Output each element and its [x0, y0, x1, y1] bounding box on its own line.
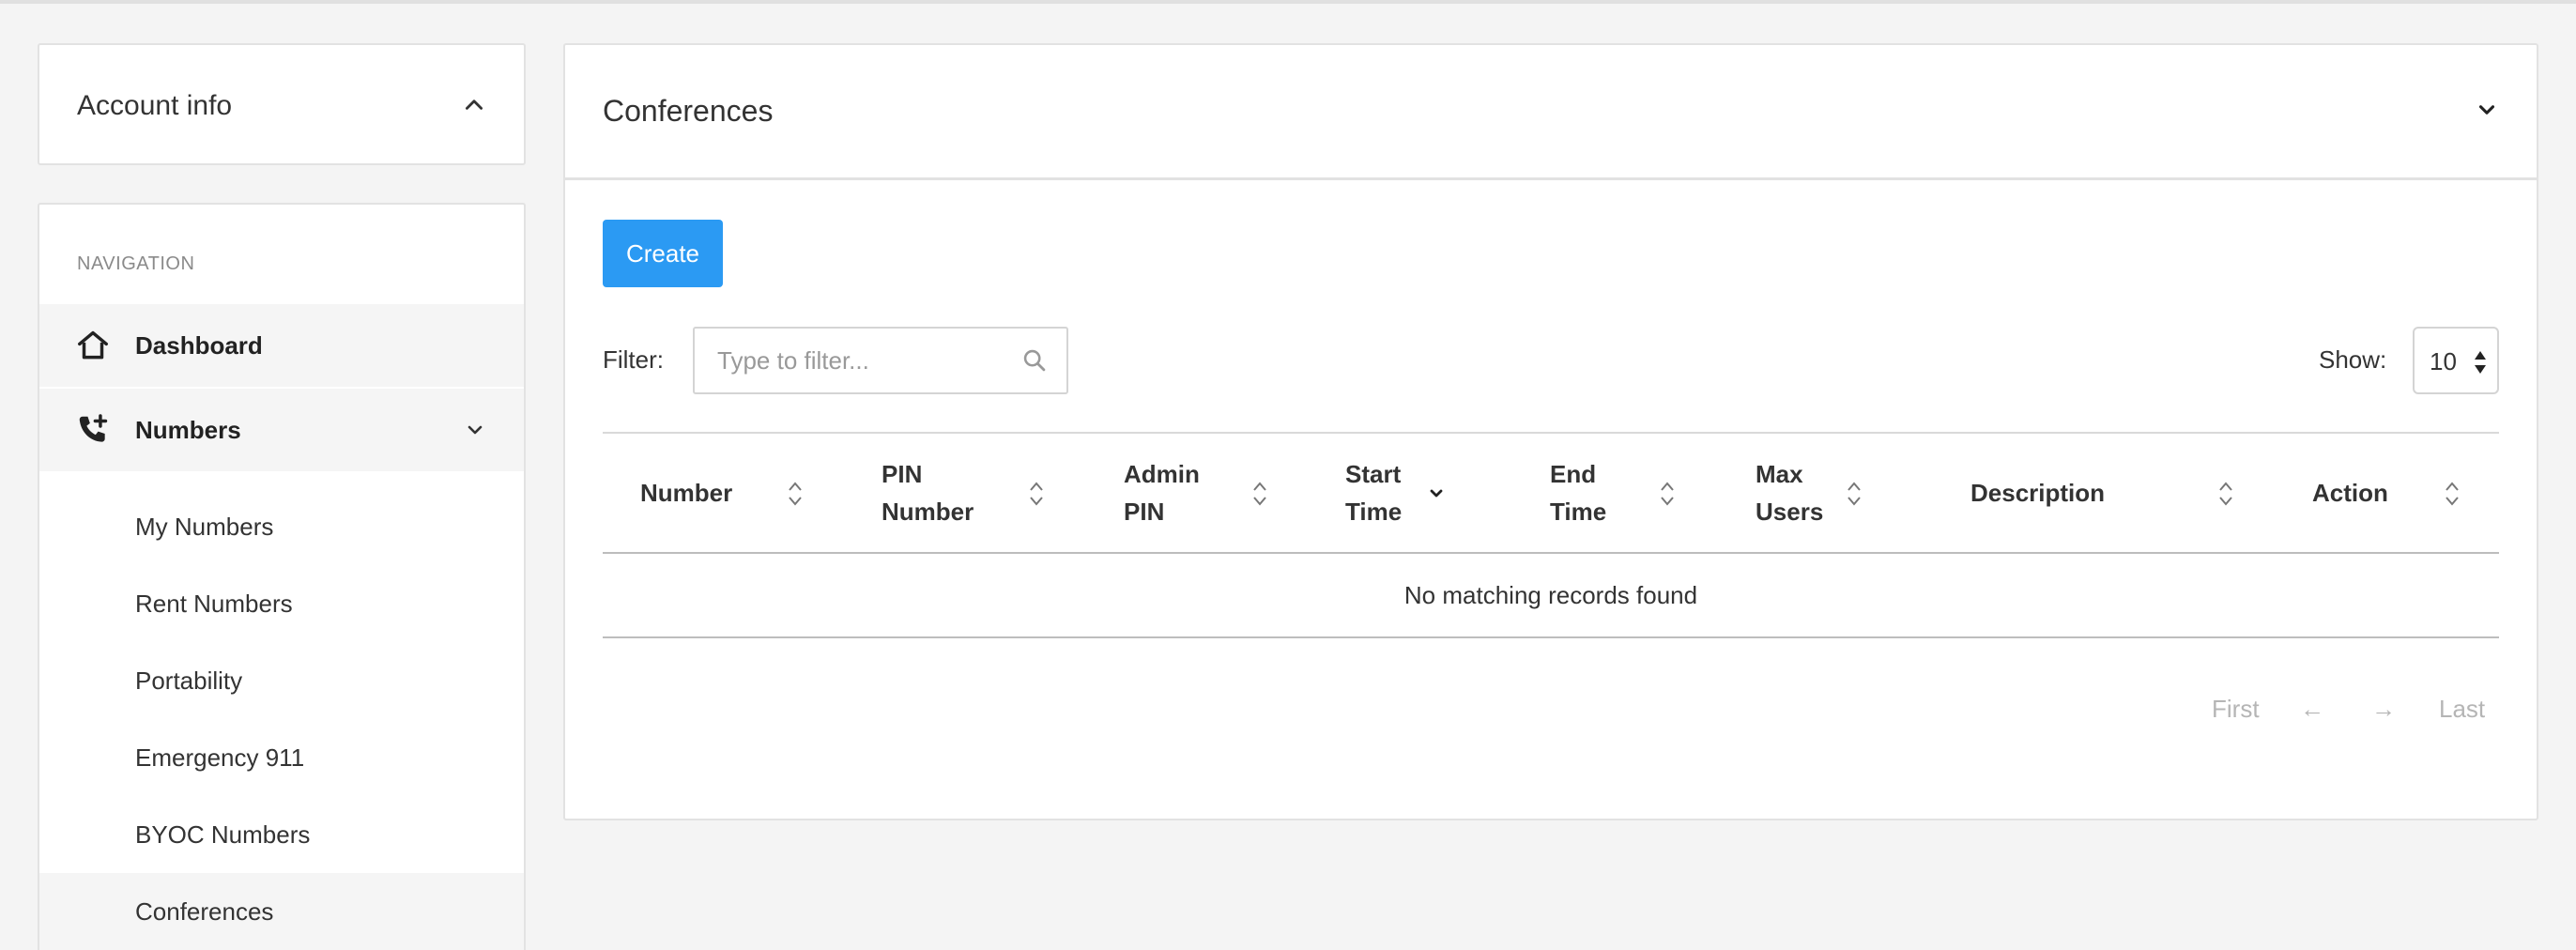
sidebar-subitem-conferences[interactable]: Conferences [39, 873, 524, 950]
sidebar-subitem-label: My Numbers [135, 512, 274, 541]
table-header: Number PIN Number Admin PIN Start Time E… [603, 432, 2499, 554]
column-header-action[interactable]: Action [2275, 434, 2499, 556]
panel-header[interactable]: Conferences [565, 45, 2537, 180]
page-title: Conferences [603, 94, 774, 128]
sort-icon [1848, 482, 1861, 506]
search-icon [1023, 349, 1046, 372]
sidebar-subitem-emergency-911[interactable]: Emergency 911 [39, 719, 524, 796]
sidebar-subitem-label: BYOC Numbers [135, 820, 311, 849]
navigation-card: NAVIGATION Dashboard Numbers My Numbers … [38, 203, 526, 950]
sort-icon [1661, 482, 1674, 506]
page-size-value: 10 [2430, 347, 2457, 375]
pagination-next[interactable]: → [2371, 695, 2396, 724]
sort-icon [1030, 482, 1043, 506]
phone-plus-icon [79, 414, 108, 442]
chevron-down-icon[interactable] [2475, 98, 2499, 122]
column-header-label: PIN Number [882, 460, 974, 526]
column-header-description[interactable]: Description [1933, 434, 2275, 556]
column-header-label: Admin PIN [1124, 460, 1200, 526]
column-header-label: Description [1970, 479, 2106, 507]
sidebar-item-label: Dashboard [135, 330, 263, 360]
nav-heading: NAVIGATION [77, 253, 195, 274]
empty-table-message: No matching records found [603, 554, 2499, 638]
chevron-down-icon [468, 425, 483, 435]
column-header-end-time[interactable]: End Time [1512, 434, 1718, 556]
show-label: Show: [2319, 345, 2387, 374]
sort-icon [2219, 482, 2232, 506]
filter-field[interactable] [693, 327, 1068, 394]
top-border [0, 0, 2576, 4]
filter-label: Filter: [603, 345, 664, 374]
sort-icon [2446, 482, 2459, 506]
column-header-label: Start Time [1345, 460, 1403, 526]
sidebar-item-dashboard[interactable]: Dashboard [39, 304, 524, 387]
account-info-title: Account info [77, 90, 233, 121]
sidebar-subitem-label: Portability [135, 666, 243, 695]
conferences-table: Number PIN Number Admin PIN Start Time E… [603, 432, 2499, 638]
create-button[interactable]: Create [603, 220, 723, 287]
sidebar-subitem-label: Conferences [135, 896, 274, 926]
column-header-label: End Time [1550, 460, 1607, 526]
sidebar-subitem-label: Emergency 911 [135, 743, 305, 772]
column-header-label: Action [2312, 479, 2388, 507]
sidebar-subitem-my-numbers[interactable]: My Numbers [39, 488, 524, 565]
chevron-up-icon[interactable] [462, 92, 486, 116]
account-info-card[interactable]: Account info [38, 43, 526, 165]
sort-icon [789, 482, 802, 506]
sidebar-subitem-label: Rent Numbers [135, 589, 293, 618]
sort-desc-icon [1430, 489, 1443, 498]
filter-input[interactable] [717, 329, 1018, 392]
home-icon [78, 330, 108, 360]
sidebar-subitem-rent-numbers[interactable]: Rent Numbers [39, 565, 524, 642]
pagination-first[interactable]: First [2212, 695, 2260, 724]
sidebar-item-label: Numbers [135, 415, 241, 444]
sidebar-subitem-portability[interactable]: Portability [39, 642, 524, 719]
column-header-number[interactable]: Number [603, 434, 844, 556]
column-header-start-time[interactable]: Start Time [1308, 434, 1512, 556]
conferences-panel: Conferences Create Filter: Show: 10 Numb… [563, 43, 2538, 820]
column-header-max-users[interactable]: Max Users [1718, 434, 1933, 556]
select-arrows-icon [2475, 351, 2486, 374]
pagination-prev[interactable]: ← [2300, 695, 2324, 724]
sidebar-subitem-byoc-numbers[interactable]: BYOC Numbers [39, 796, 524, 873]
sidebar-item-numbers[interactable]: Numbers [39, 389, 524, 471]
pagination-last[interactable]: Last [2439, 695, 2485, 724]
column-header-admin-pin[interactable]: Admin PIN [1086, 434, 1308, 556]
column-header-pin-number[interactable]: PIN Number [844, 434, 1086, 556]
column-header-label: Number [640, 479, 733, 507]
page-size-select[interactable]: 10 [2413, 327, 2499, 394]
column-header-label: Max Users [1756, 460, 1824, 526]
sort-icon [1253, 482, 1266, 506]
